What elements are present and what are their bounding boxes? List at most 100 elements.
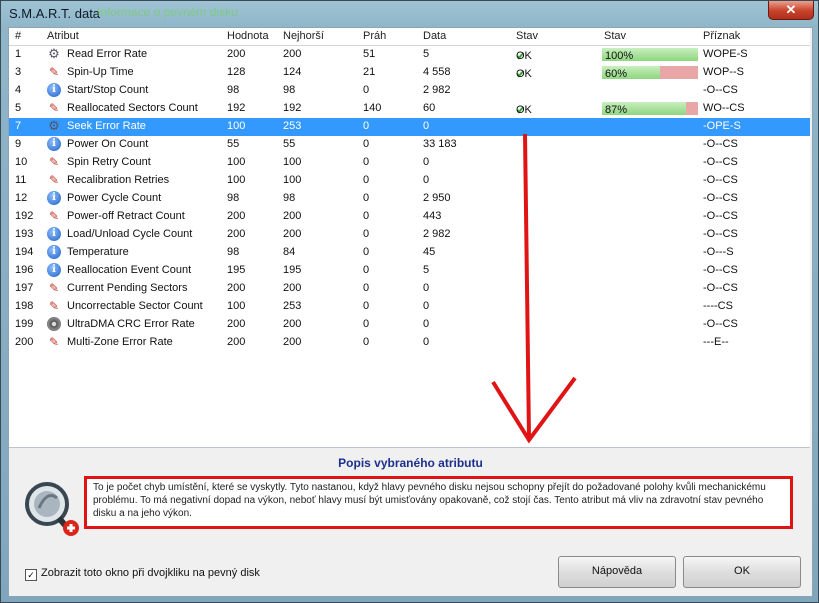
attribute-id: 11 [15, 174, 27, 186]
show-window-checkbox[interactable]: ✓ [25, 569, 37, 581]
health-bar-label: 100% [605, 50, 634, 62]
attribute-flags: WO--CS [703, 102, 745, 114]
info-icon: i [47, 245, 61, 259]
column-header-worst[interactable]: Nejhorší [283, 30, 324, 42]
table-row[interactable]: ✎ 5 Reallocated Sectors Count 192 192 140 60 WO… [9, 100, 810, 118]
attribute-flags: -O---S [703, 246, 734, 258]
table-row[interactable]: ✎ 3 Spin-Up Time 128 124 21 4 558 WOP--S ✔ OK 60% [9, 64, 810, 82]
attribute-name: UltraDMA CRC Error Rate [67, 318, 195, 330]
table-row[interactable]: ✎ 10 Spin Retry Count 100 100 0 0 -O--CS [9, 154, 810, 172]
attribute-threshold: 0 [363, 210, 370, 222]
attribute-worst: 192 [283, 102, 302, 114]
attribute-flags: WOP--S [703, 66, 744, 78]
attribute-threshold: 0 [363, 246, 370, 258]
table-row[interactable]: ⚙ 1 Read Error Rate 200 200 51 5 WOPE-S ✔ OK 100% [9, 46, 810, 64]
attribute-threshold: 0 [363, 156, 370, 168]
attribute-name: Recalibration Retries [67, 174, 170, 186]
table-row[interactable]: i 193 Load/Unload Cycle Count 200 200 0 2 982 -… [9, 226, 810, 244]
health-bar-label: 60% [605, 68, 628, 80]
attribute-worst: 100 [283, 156, 302, 168]
help-button[interactable]: Nápověda [558, 556, 676, 588]
column-header-status-bar[interactable]: Stav [604, 30, 626, 42]
attribute-id: 12 [15, 192, 28, 204]
attribute-threshold: 0 [363, 282, 370, 294]
description-text: To je počet chyb umístění, které se vysk… [93, 482, 766, 519]
column-header-data[interactable]: Data [423, 30, 446, 42]
wrench-icon: ✎ [48, 101, 60, 115]
attribute-flags: -O--CS [703, 192, 738, 204]
title-bar[interactable]: S.M.A.R.T. data Informace o pevném disku… [1, 1, 818, 27]
attribute-name: Start/Stop Count [67, 84, 149, 96]
table-row[interactable]: i 9 Power On Count 55 55 0 33 183 -O--CS [9, 136, 810, 154]
attribute-raw-data: 0 [423, 336, 430, 348]
table-row[interactable]: ✎ 11 Recalibration Retries 100 100 0 0 -O--CS [9, 172, 810, 190]
table-row[interactable]: 199 UltraDMA CRC Error Rate 200 200 0 0 -O--CS [9, 316, 810, 334]
table-row[interactable]: ⚙ 7 Seek Error Rate 100 253 0 0 -OPE-S [9, 118, 810, 136]
table-row[interactable]: ✎ 192 Power-off Retract Count 200 200 0 443 -O-… [9, 208, 810, 226]
attribute-raw-data: 0 [423, 120, 430, 132]
attribute-name: Reallocated Sectors Count [67, 102, 198, 114]
attribute-raw-data: 2 982 [423, 228, 451, 240]
attribute-name: Temperature [67, 246, 129, 258]
table-row[interactable]: i 196 Reallocation Event Count 195 195 0 5 -O--… [9, 262, 810, 280]
attribute-name: Reallocation Event Count [67, 264, 192, 276]
column-header-attribute[interactable]: Atribut [47, 30, 79, 42]
attribute-name: Power-off Retract Count [67, 210, 185, 222]
attribute-threshold: 0 [363, 336, 370, 348]
table-row[interactable]: ✎ 198 Uncorrectable Sector Count 100 253 0 0 --… [9, 298, 810, 316]
table-row[interactable]: i 194 Temperature 98 84 0 45 -O---S [9, 244, 810, 262]
attribute-name: Spin-Up Time [67, 66, 134, 78]
table-row[interactable]: i 12 Power Cycle Count 98 98 0 2 950 -O--CS [9, 190, 810, 208]
attribute-threshold: 0 [363, 174, 370, 186]
attribute-name: Spin Retry Count [67, 156, 151, 168]
info-icon: i [47, 227, 61, 241]
column-header-id[interactable]: # [15, 30, 21, 42]
annotation-arrow [491, 133, 577, 444]
gear-icon: ⚙ [48, 46, 60, 61]
attribute-name: Current Pending Sectors [67, 282, 188, 294]
attribute-flags: ---E-- [703, 336, 729, 348]
attribute-raw-data: 0 [423, 300, 430, 312]
smart-data-window: S.M.A.R.T. data Informace o pevném disku… [0, 0, 819, 603]
attribute-worst: 200 [283, 48, 302, 60]
wrench-icon: ✎ [48, 281, 60, 295]
attribute-worst: 200 [283, 282, 302, 294]
column-header-flags[interactable]: Příznak [703, 30, 740, 42]
smart-attribute-list[interactable]: # Atribut Hodnota Nejhorší Práh Data Sta… [9, 28, 810, 448]
table-row[interactable]: ✎ 200 Multi-Zone Error Rate 200 200 0 0 ---E-- [9, 334, 810, 352]
attribute-id: 3 [15, 66, 22, 78]
attribute-raw-data: 0 [423, 156, 430, 168]
attribute-worst: 98 [283, 84, 296, 96]
attribute-name: Power Cycle Count [67, 192, 162, 204]
ok-button[interactable]: OK [683, 556, 801, 588]
attribute-raw-data: 5 [423, 48, 430, 60]
attribute-flags: WOPE-S [703, 48, 748, 60]
attribute-threshold: 0 [363, 84, 370, 96]
table-row[interactable]: ✎ 197 Current Pending Sectors 200 200 0 0 -O--C… [9, 280, 810, 298]
column-header-status[interactable]: Stav [516, 30, 538, 42]
attribute-value: 128 [227, 66, 246, 78]
window-title-ghost: Informace o pevném disku [97, 5, 238, 19]
attribute-threshold: 0 [363, 192, 370, 204]
attribute-worst: 55 [283, 138, 296, 150]
show-window-checkbox-row[interactable]: ✓ Zobrazit toto okno při dvojkliku na pev… [25, 567, 260, 581]
column-header-threshold[interactable]: Práh [363, 30, 386, 42]
close-button[interactable]: ✕ [768, 1, 814, 20]
attribute-value: 98 [227, 84, 240, 96]
column-header-value[interactable]: Hodnota [227, 30, 269, 42]
attribute-threshold: 0 [363, 228, 370, 240]
attribute-worst: 100 [283, 174, 302, 186]
attribute-raw-data: 0 [423, 318, 430, 330]
attribute-flags: -O--CS [703, 264, 738, 276]
attribute-value: 55 [227, 138, 240, 150]
attribute-raw-data: 2 950 [423, 192, 451, 204]
attribute-name: Uncorrectable Sector Count [67, 300, 203, 312]
attribute-threshold: 0 [363, 264, 370, 276]
attribute-id: 192 [15, 210, 34, 222]
attribute-name: Seek Error Rate [67, 120, 146, 132]
attribute-name: Multi-Zone Error Rate [67, 336, 173, 348]
table-row[interactable]: i 4 Start/Stop Count 98 98 0 2 982 -O--CS [9, 82, 810, 100]
window-title: S.M.A.R.T. data [9, 6, 101, 21]
attribute-value: 98 [227, 192, 240, 204]
attribute-value: 200 [227, 282, 246, 294]
